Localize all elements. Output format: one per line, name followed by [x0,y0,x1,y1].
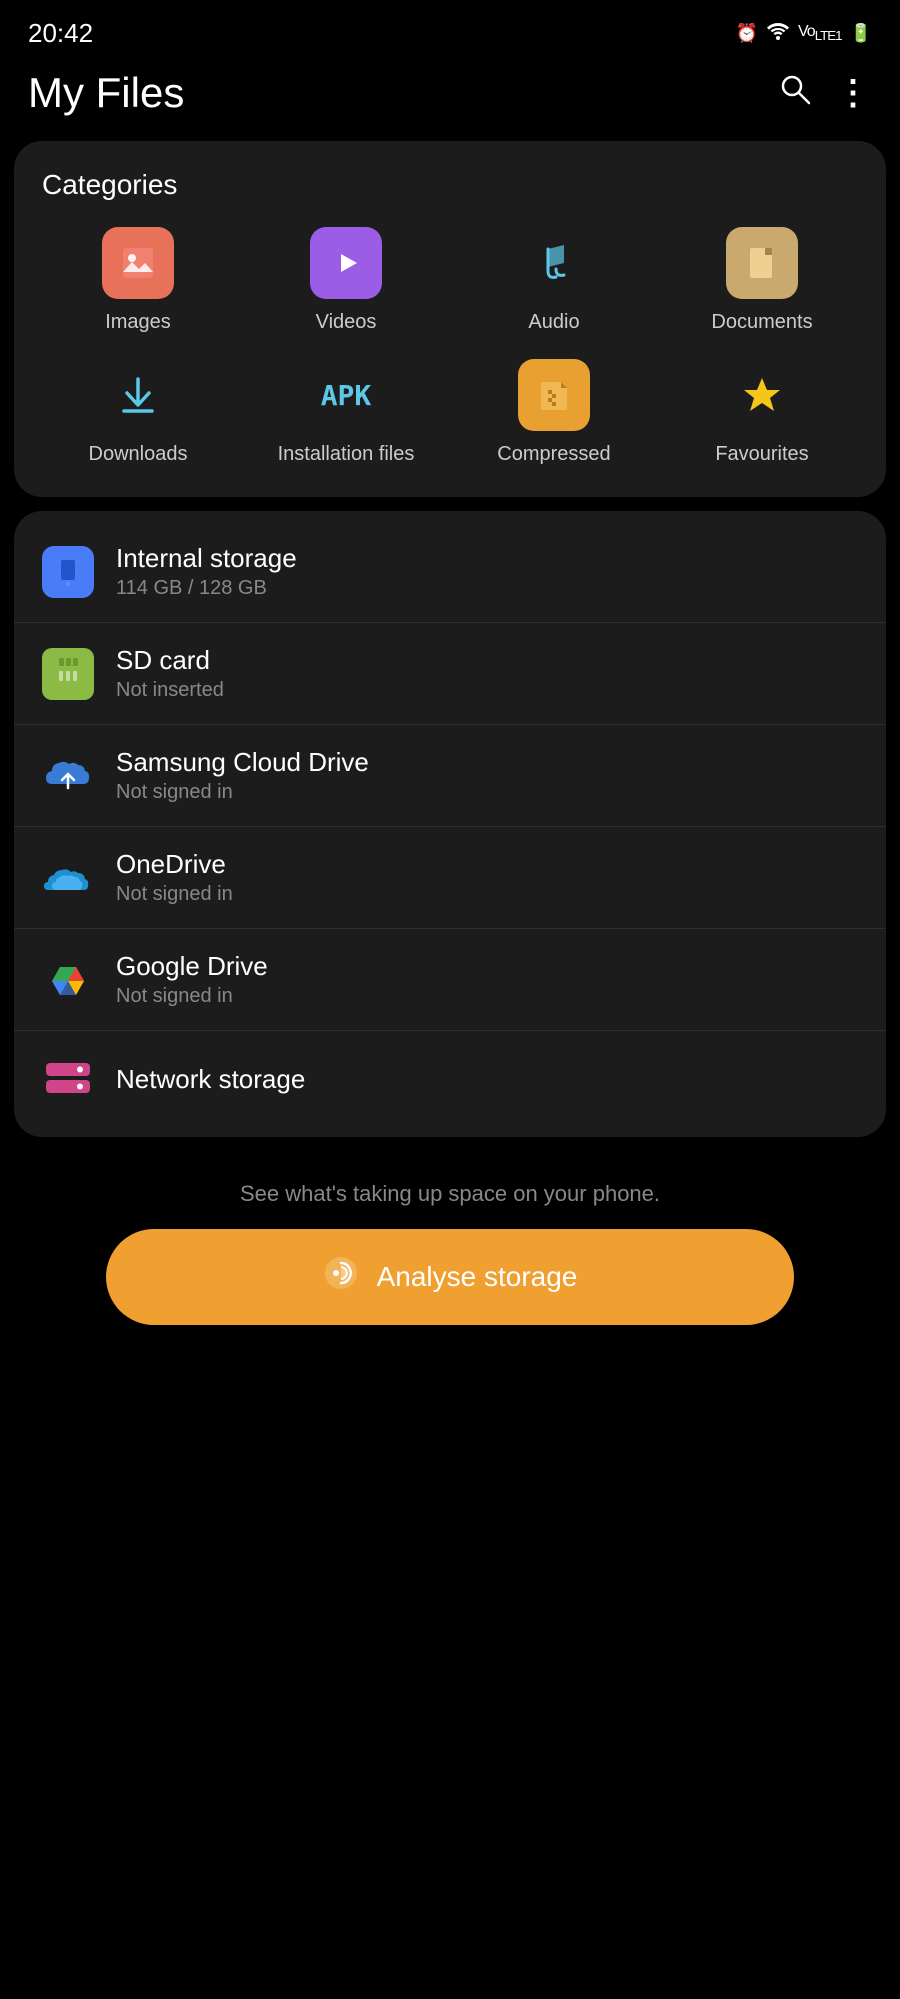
categories-card: Categories Images Videos [14,141,886,497]
audio-label: Audio [528,309,579,335]
analyse-btn-label: Analyse storage [377,1261,578,1293]
internal-storage-info: Internal storage 114 GB / 128 GB [116,543,858,600]
apk-text: APK [321,379,372,412]
status-bar: 20:42 ⏰ VoLTE1 🔋 [0,0,900,59]
signal-icon: VoLTE1 [798,23,842,43]
category-images[interactable]: Images [34,227,242,335]
google-drive-name: Google Drive [116,951,858,982]
onedrive-icon [42,852,94,904]
videos-icon-bg [310,227,382,299]
samsung-cloud-name: Samsung Cloud Drive [116,747,858,778]
internal-storage-name: Internal storage [116,543,858,574]
network-storage-info: Network storage [116,1064,858,1095]
samsung-cloud-item[interactable]: Samsung Cloud Drive Not signed in [14,724,886,826]
onedrive-info: OneDrive Not signed in [116,849,858,906]
search-icon[interactable] [778,72,812,114]
network-storage-item[interactable]: Network storage [14,1030,886,1127]
google-drive-item[interactable]: Google Drive Not signed in [14,928,886,1030]
onedrive-sub: Not signed in [116,883,858,906]
favourites-label: Favourites [715,441,808,467]
battery-icon: 🔋 [850,23,872,44]
samsung-cloud-icon [42,750,94,802]
google-drive-sub: Not signed in [116,985,858,1008]
downloads-icon-bg [102,359,174,431]
categories-title: Categories [34,169,866,201]
storage-card: Internal storage 114 GB / 128 GB SD card… [14,511,886,1137]
category-documents[interactable]: Documents [658,227,866,335]
samsung-cloud-sub: Not signed in [116,781,858,804]
bottom-section: See what's taking up space on your phone… [0,1151,900,1365]
samsung-cloud-info: Samsung Cloud Drive Not signed in [116,747,858,804]
category-apk[interactable]: APK Installation files [242,359,450,467]
analyse-storage-button[interactable]: Analyse storage [106,1229,794,1325]
compressed-label: Compressed [497,441,610,467]
compressed-icon-bg [518,359,590,431]
internal-storage-sub: 114 GB / 128 GB [116,577,858,600]
category-compressed[interactable]: Compressed [450,359,658,467]
header: My Files ⋮ [0,59,900,141]
downloads-label: Downloads [89,441,188,467]
sdcard-info: SD card Not inserted [116,645,858,702]
network-storage-icon [42,1053,94,1105]
more-options-icon[interactable]: ⋮ [836,73,872,113]
bottom-hint: See what's taking up space on your phone… [240,1181,660,1207]
favourites-icon-bg [726,359,798,431]
alarm-icon: ⏰ [736,23,758,44]
onedrive-name: OneDrive [116,849,858,880]
internal-storage-icon [42,546,94,598]
analyse-icon [323,1255,359,1299]
wifi-icon [766,22,790,45]
google-drive-icon [42,954,94,1006]
category-favourites[interactable]: Favourites [658,359,866,467]
sdcard-item[interactable]: SD card Not inserted [14,622,886,724]
category-videos[interactable]: Videos [242,227,450,335]
internal-storage-item[interactable]: Internal storage 114 GB / 128 GB [14,521,886,622]
images-icon-bg [102,227,174,299]
documents-icon-bg [726,227,798,299]
page-title: My Files [28,69,184,117]
network-storage-name: Network storage [116,1064,858,1095]
images-label: Images [105,309,171,335]
sdcard-sub: Not inserted [116,679,858,702]
google-drive-info: Google Drive Not signed in [116,951,858,1008]
apk-icon-bg: APK [310,359,382,431]
category-downloads[interactable]: Downloads [34,359,242,467]
onedrive-item[interactable]: OneDrive Not signed in [14,826,886,928]
documents-label: Documents [711,309,812,335]
videos-label: Videos [316,309,377,335]
apk-label: Installation files [278,441,415,467]
categories-grid: Images Videos Audio [34,227,866,467]
sdcard-icon [42,648,94,700]
status-icons: ⏰ VoLTE1 🔋 [736,22,872,45]
sdcard-name: SD card [116,645,858,676]
status-time: 20:42 [28,18,93,49]
audio-icon-bg [518,227,590,299]
header-actions: ⋮ [778,72,872,114]
category-audio[interactable]: Audio [450,227,658,335]
